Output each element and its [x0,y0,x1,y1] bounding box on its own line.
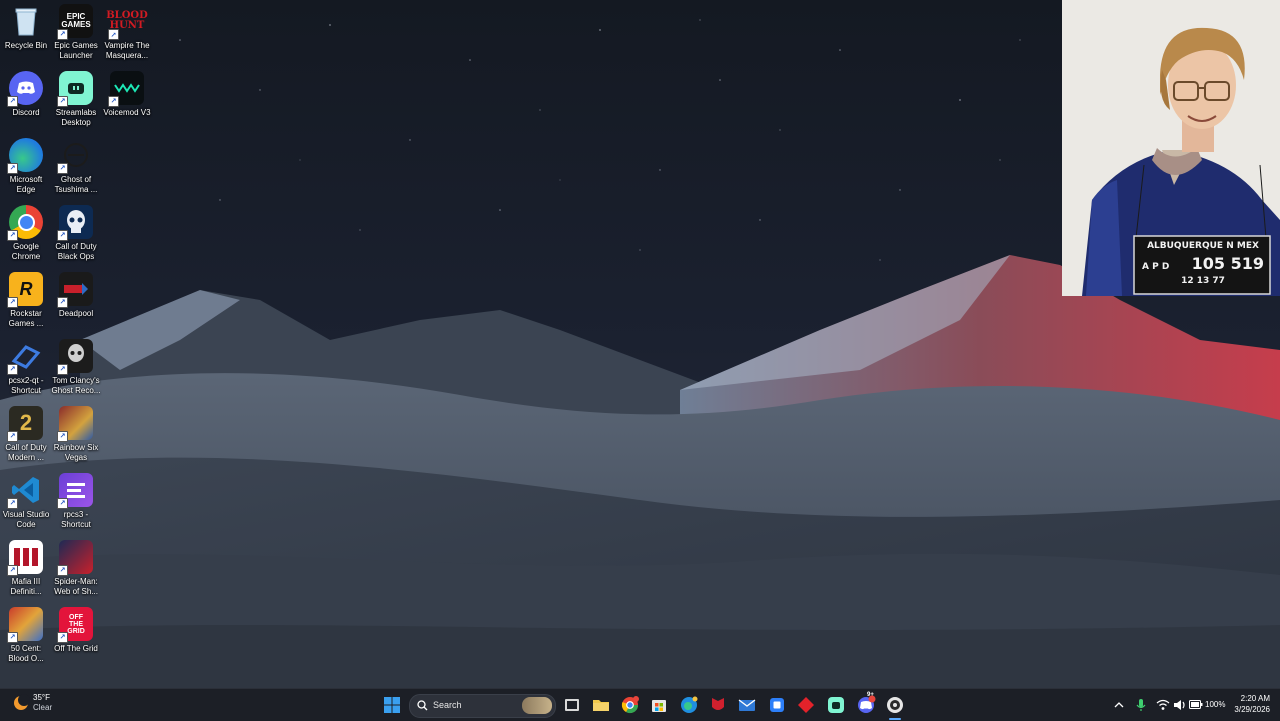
placard-line-1: ALBUQUERQUE N MEX [1147,241,1259,251]
desktop-icon-cod-black-ops[interactable]: ↗ Call of Duty Black Ops [50,203,102,262]
clock-time: 2:20 AM [1240,694,1270,703]
edge-icon: ↗ [7,138,43,174]
spiderman-icon: ↗ [57,540,93,576]
desktop-icon-rockstar[interactable]: R ↗ Rockstar Games ... [0,270,52,329]
wifi-icon[interactable] [1156,699,1170,711]
desktop-icon-mafia[interactable]: ↗ Mafia III Definiti... [0,538,52,597]
desktop-icon-epic-games[interactable]: EPIC GAMES ↗ Epic Games Launcher [50,2,102,61]
chevron-up-icon[interactable] [1114,700,1124,710]
ghost-recon-icon: ↗ [57,339,93,375]
mafia-icon: ↗ [7,540,43,576]
desktop-icon-spiderman[interactable]: ↗ Spider-Man: Web of Sh... [50,538,102,597]
deadpool-icon: ↗ [57,272,93,308]
mail-icon[interactable] [737,695,757,715]
desktop-icon-off-the-grid[interactable]: OFF THE GRID ↗ Off The Grid [50,605,102,654]
discord-taskbar-icon[interactable] [856,695,876,715]
epic-games-icon: EPIC GAMES ↗ [57,4,93,40]
chrome-icon: ↗ [7,205,43,241]
desktop-icon-rainbow-six[interactable]: ↗ Rainbow Six Vegas [50,404,102,463]
photo-overlay: ALBUQUERQUE N MEX A P D 105 519 12 13 77 [1062,0,1280,296]
streamlabs-taskbar-icon[interactable] [826,695,846,715]
pcsx2-icon: ↗ [7,339,43,375]
placard-line-2: A P D 105 519 [1142,254,1264,273]
red-diamond-app-icon[interactable] [796,695,816,715]
call-of-duty-black-ops-icon: ↗ [57,205,93,241]
copilot-app-icon[interactable] [767,695,787,715]
mugshot-photo [1062,0,1280,296]
obs-icon[interactable] [885,695,905,715]
desktop-icon-voicemod[interactable]: ↗ Voicemod V3 [101,69,153,118]
volume-icon[interactable] [1173,699,1186,711]
desktop-icon-ghost-recon[interactable]: ↗ Tom Clancy's Ghost Reco... [50,337,102,396]
desktop-icon-discord[interactable]: ↗ Discord [0,69,52,118]
ghost-of-tsushima-icon: ↗ [57,138,93,174]
fifty-cent-icon: ↗ [7,607,43,643]
desktop-icon-ghost-of-tsushima[interactable]: ↗ Ghost of Tsushima ... [50,136,102,195]
mcafee-icon[interactable] [708,695,728,715]
bloodhunt-icon: BLOOD HUNT ↗ [106,10,148,40]
search-highlight-icon [522,697,552,714]
rainbow-six-icon: ↗ [57,406,93,442]
task-view-icon[interactable] [562,695,582,715]
desktop-icon-streamlabs[interactable]: ↗ Streamlabs Desktop [50,69,102,128]
discord-icon: ↗ [7,71,43,107]
search-placeholder: Search [433,700,462,710]
clock[interactable]: 2:20 AM 3/29/2026 [1234,693,1270,715]
battery-icon[interactable] [1189,700,1203,709]
search-icon [417,700,428,711]
desktop-icon-pcsx2[interactable]: ↗ pcsx2-qt - Shortcut [0,337,52,396]
streamlabs-icon: ↗ [57,71,93,107]
desktop-icon-rpcs3[interactable]: ↗ rpcs3 - Shortcut [50,471,102,530]
microphone-icon[interactable] [1136,698,1146,712]
rpcs3-icon: ↗ [57,473,93,509]
microsoft-store-icon[interactable] [649,695,669,715]
edge-taskbar-icon[interactable] [679,695,699,715]
clock-date: 3/29/2026 [1234,705,1270,714]
taskbar: 35°F Clear Search 9+ 100% 2:20 AM 3/29/2… [0,688,1280,721]
off-the-grid-icon: OFF THE GRID ↗ [57,607,93,643]
moon-icon [14,694,30,710]
desktop-icon-edge[interactable]: ↗ Microsoft Edge [0,136,52,195]
taskbar-search[interactable]: Search [409,694,556,718]
chrome-taskbar-icon[interactable] [620,695,640,715]
desktop-icon-bloodhunt[interactable]: BLOOD HUNT ↗ Vampire The Masquera... [101,2,153,61]
rockstar-icon: R ↗ [7,272,43,308]
recycle-bin-icon [9,4,43,38]
weather-condition: Clear [33,703,53,712]
desktop-icon-vscode[interactable]: ↗ Visual Studio Code [0,471,52,530]
battery-percent: 100% [1205,700,1226,709]
desktop-icon-deadpool[interactable]: ↗ Deadpool [50,270,102,319]
desktop-icon-50-cent[interactable]: ↗ 50 Cent: Blood O... [0,605,52,664]
weather-widget[interactable]: 35°F Clear [12,693,52,713]
windows-start-icon[interactable] [382,695,402,715]
placard-date: 12 13 77 [1181,276,1225,286]
placard-number: 105 519 [1191,254,1264,273]
call-of-duty-mw-icon: 2 ↗ [7,406,43,442]
voicemod-icon: ↗ [108,71,144,107]
desktop-icon-chrome[interactable]: ↗ Google Chrome [0,203,52,262]
vscode-icon: ↗ [7,473,43,509]
weather-temp: 35°F [33,693,50,702]
placard-apd: A P D [1142,262,1170,272]
file-explorer-icon[interactable] [591,695,611,715]
desktop-icon-cod-mw[interactable]: 2 ↗ Call of Duty Modern ... [0,404,52,463]
discord-badge: 9+ [867,692,874,698]
desktop-icon-recycle-bin[interactable]: Recycle Bin [0,2,52,51]
